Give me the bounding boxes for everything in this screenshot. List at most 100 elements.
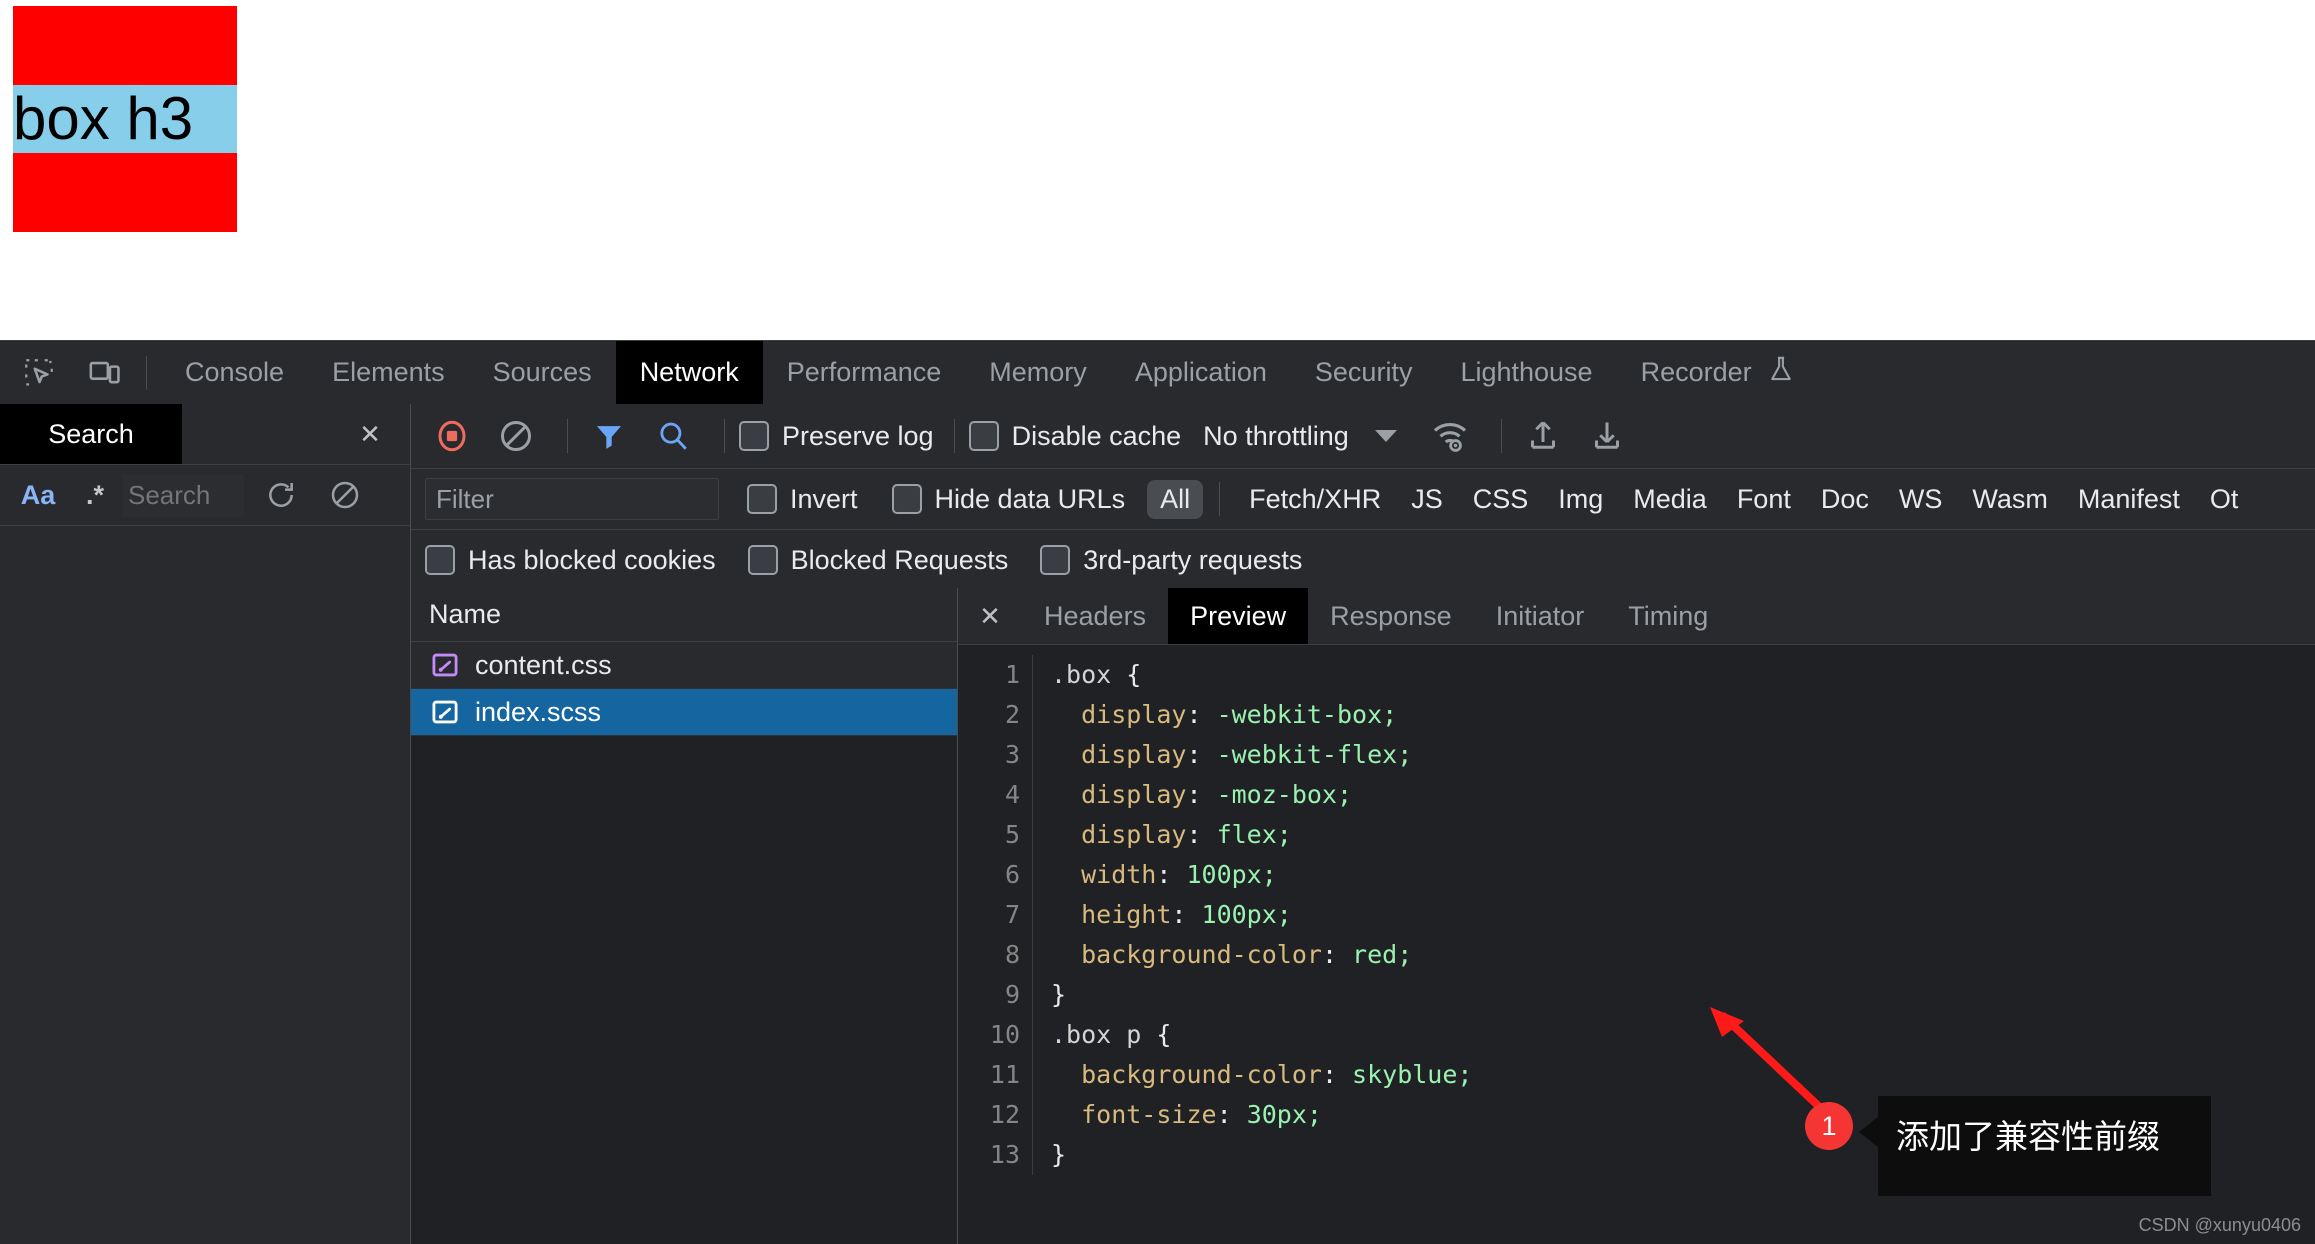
search-controls-row: Aa .* xyxy=(0,465,410,526)
stylesheet-icon xyxy=(431,698,459,726)
annotation-tooltip: 添加了兼容性前缀 xyxy=(1878,1096,2211,1196)
filter-type-doc[interactable]: Doc xyxy=(1808,480,1882,519)
clear-icon[interactable] xyxy=(318,473,372,517)
tab-search[interactable]: Search xyxy=(0,404,182,464)
request-list-header[interactable]: Name xyxy=(411,588,957,642)
hide-data-urls-checkbox[interactable]: Hide data URLs xyxy=(892,484,1126,515)
invert-label: Invert xyxy=(790,484,858,515)
toolbar-divider xyxy=(1501,419,1502,453)
wifi-settings-icon[interactable] xyxy=(1423,409,1477,463)
filter-type-ot[interactable]: Ot xyxy=(2197,480,2252,519)
request-list-rows: content.cssindex.scss xyxy=(411,642,957,736)
code-line: 3 display: -webkit-flex; xyxy=(958,735,2315,775)
main-tab-list: ConsoleElementsSourcesNetworkPerformance… xyxy=(161,341,1820,404)
clear-network-log-icon[interactable] xyxy=(489,409,543,463)
blocked-requests-checkbox[interactable]: Blocked Requests xyxy=(748,545,1009,576)
invert-checkbox[interactable]: Invert xyxy=(747,484,858,515)
code-line: 4 display: -moz-box; xyxy=(958,775,2315,815)
filter-type-manifest[interactable]: Manifest xyxy=(2065,480,2193,519)
preserve-log-label: Preserve log xyxy=(782,421,934,452)
tab-network[interactable]: Network xyxy=(616,341,763,404)
filter-type-font[interactable]: Font xyxy=(1724,480,1804,519)
regex-button[interactable]: .* xyxy=(68,480,122,511)
line-number: 13 xyxy=(958,1135,1033,1175)
preserve-log-checkbox[interactable]: Preserve log xyxy=(739,421,934,452)
device-toolbar-icon[interactable] xyxy=(78,346,132,400)
filter-type-img[interactable]: Img xyxy=(1545,480,1616,519)
code-text: } xyxy=(1051,1135,1066,1175)
has-blocked-cookies-label: Has blocked cookies xyxy=(468,545,716,576)
tab-headers[interactable]: Headers xyxy=(1022,588,1168,644)
tab-sources[interactable]: Sources xyxy=(469,341,616,404)
third-party-requests-label: 3rd-party requests xyxy=(1083,545,1302,576)
throttling-dropdown[interactable]: No throttling xyxy=(1203,421,1397,452)
tab-preview[interactable]: Preview xyxy=(1168,588,1308,644)
disable-cache-checkbox[interactable]: Disable cache xyxy=(969,421,1182,452)
blocked-requests-label: Blocked Requests xyxy=(791,545,1009,576)
table-row[interactable]: index.scss xyxy=(411,689,957,736)
hide-data-urls-label: Hide data URLs xyxy=(935,484,1126,515)
search-icon[interactable] xyxy=(646,409,700,463)
line-number: 1 xyxy=(958,655,1033,695)
flask-icon xyxy=(1766,354,1796,391)
line-number: 10 xyxy=(958,1015,1033,1055)
match-case-button[interactable]: Aa xyxy=(8,480,68,511)
filter-type-css[interactable]: CSS xyxy=(1460,480,1542,519)
code-line: 2 display: -webkit-box; xyxy=(958,695,2315,735)
export-har-icon[interactable] xyxy=(1580,409,1634,463)
close-icon[interactable]: ✕ xyxy=(958,588,1022,644)
tab-timing[interactable]: Timing xyxy=(1606,588,1730,644)
checkbox-box xyxy=(969,421,999,451)
tab-response[interactable]: Response xyxy=(1308,588,1474,644)
tab-memory[interactable]: Memory xyxy=(965,341,1111,404)
watermark: CSDN @xunyu0406 xyxy=(2139,1215,2301,1236)
filter-input[interactable] xyxy=(425,478,719,520)
tab-elements[interactable]: Elements xyxy=(308,341,469,404)
resource-type-filters: All Fetch/XHRJSCSSImgMediaFontDocWSWasmMa… xyxy=(1145,480,2253,519)
annotation-badge: 1 xyxy=(1805,1102,1853,1150)
tab-initiator[interactable]: Initiator xyxy=(1474,588,1607,644)
filter-type-js[interactable]: JS xyxy=(1398,480,1456,519)
code-line: 8 background-color: red; xyxy=(958,935,2315,975)
tab-security[interactable]: Security xyxy=(1291,341,1437,404)
checkbox-box xyxy=(892,484,922,514)
code-text: background-color: red; xyxy=(1051,935,1412,975)
filter-type-ws[interactable]: WS xyxy=(1886,480,1956,519)
line-number: 7 xyxy=(958,895,1033,935)
filter-type-wasm[interactable]: Wasm xyxy=(1959,480,2061,519)
code-line: 1.box { xyxy=(958,655,2315,695)
search-input[interactable] xyxy=(122,474,244,517)
has-blocked-cookies-checkbox[interactable]: Has blocked cookies xyxy=(425,545,716,576)
refresh-icon[interactable] xyxy=(254,473,308,517)
annotation-tooltip-tail xyxy=(1859,1116,1879,1148)
demo-box: box h3 xyxy=(13,6,237,232)
tab-recorder[interactable]: Recorder xyxy=(1617,341,1820,404)
tab-application[interactable]: Application xyxy=(1111,341,1291,404)
line-number: 5 xyxy=(958,815,1033,855)
devtools-panel: ConsoleElementsSourcesNetworkPerformance… xyxy=(0,340,2315,1244)
table-row[interactable]: content.css xyxy=(411,642,957,689)
checkbox-box xyxy=(739,421,769,451)
code-line: 7 height: 100px; xyxy=(958,895,2315,935)
filter-type-media[interactable]: Media xyxy=(1620,480,1720,519)
line-number: 3 xyxy=(958,735,1033,775)
tab-lighthouse[interactable]: Lighthouse xyxy=(1436,341,1616,404)
tab-performance[interactable]: Performance xyxy=(763,341,966,404)
stylesheet-icon xyxy=(431,651,459,679)
tab-console[interactable]: Console xyxy=(161,341,308,404)
line-number: 9 xyxy=(958,975,1033,1015)
filter-divider xyxy=(1219,482,1220,516)
line-number: 6 xyxy=(958,855,1033,895)
inspect-element-icon[interactable] xyxy=(12,346,66,400)
code-text: font-size: 30px; xyxy=(1051,1095,1322,1135)
close-icon[interactable]: ✕ xyxy=(352,416,388,452)
record-button-icon[interactable] xyxy=(425,409,479,463)
import-har-icon[interactable] xyxy=(1516,409,1570,463)
code-text: display: -webkit-box; xyxy=(1051,695,1397,735)
filter-type-all[interactable]: All xyxy=(1147,480,1203,519)
third-party-requests-checkbox[interactable]: 3rd-party requests xyxy=(1040,545,1302,576)
checkbox-box xyxy=(1040,545,1070,575)
devtools-tab-strip: ConsoleElementsSourcesNetworkPerformance… xyxy=(0,341,2315,405)
filter-type-fetch-xhr[interactable]: Fetch/XHR xyxy=(1236,480,1394,519)
filter-funnel-icon[interactable] xyxy=(582,409,636,463)
